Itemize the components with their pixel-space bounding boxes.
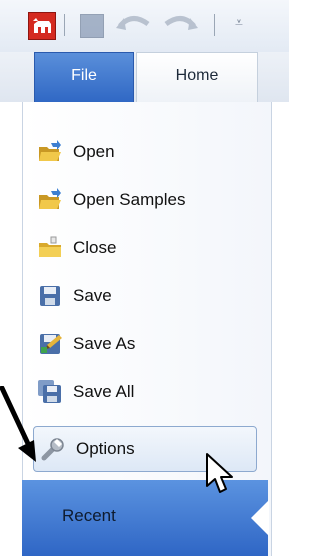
menu-item-label: Close	[73, 238, 117, 257]
toolbar-separator	[214, 14, 215, 36]
ribbon-tab-bar: File Home	[0, 52, 289, 104]
save-icon[interactable]	[80, 14, 104, 38]
menu-item-label: Save	[73, 286, 112, 305]
mouse-cursor-icon	[206, 453, 233, 493]
quick-access-toolbar: ⩡	[0, 0, 289, 52]
save-as-icon	[37, 331, 63, 357]
menu-item-label: Options	[76, 439, 135, 458]
menu-item-label: Save As	[73, 334, 136, 353]
menu-item-close[interactable]: Close	[31, 228, 259, 268]
menu-item-save[interactable]: Save	[31, 276, 259, 316]
menu-item-label: Save All	[73, 382, 135, 401]
redo-icon[interactable]	[160, 12, 200, 36]
menu-item-open-samples[interactable]: Open Samples	[31, 180, 259, 220]
close-folder-icon	[37, 235, 63, 261]
recent-label: Recent	[62, 506, 116, 525]
menu-item-label: Open	[73, 142, 115, 161]
annotation-arrow-icon	[0, 386, 36, 462]
toolbar-separator	[64, 14, 65, 36]
save-icon	[37, 283, 63, 309]
tab-home[interactable]: Home	[136, 52, 258, 104]
open-folder-icon	[37, 139, 63, 165]
open-samples-icon	[37, 187, 63, 213]
undo-icon[interactable]	[114, 12, 154, 36]
save-all-icon	[37, 379, 63, 405]
customize-toolbar-icon[interactable]: ⩡	[232, 8, 246, 38]
options-wrench-icon	[40, 436, 66, 462]
menu-item-save-as[interactable]: Save As	[31, 324, 259, 364]
menu-item-save-all[interactable]: Save All	[31, 372, 259, 412]
menu-item-label: Open Samples	[73, 190, 186, 209]
selection-notch	[251, 500, 269, 536]
menu-item-open[interactable]: Open	[31, 132, 259, 172]
tab-file[interactable]: File	[34, 52, 134, 104]
app-logo-icon[interactable]	[28, 12, 56, 40]
